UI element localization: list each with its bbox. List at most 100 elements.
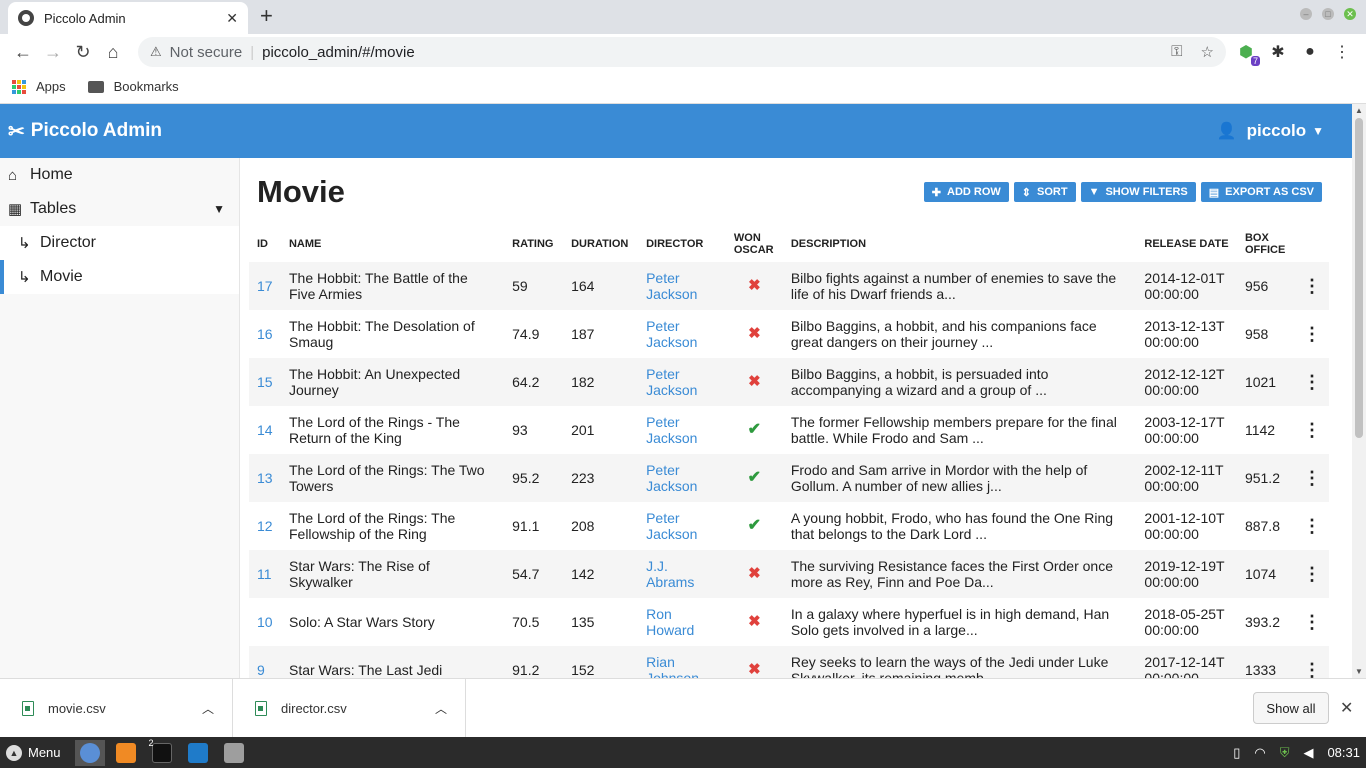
taskbar-chrome[interactable] — [74, 739, 105, 766]
sidebar-item-director[interactable]: ↳ Director — [0, 226, 239, 260]
row-menu-icon[interactable]: ⋮ — [1294, 550, 1329, 598]
row-id-link[interactable]: 17 — [249, 262, 281, 310]
home-icon[interactable]: ⌂ — [98, 42, 128, 63]
bookmark-apps[interactable]: Apps — [12, 79, 66, 94]
col-director[interactable]: DIRECTOR — [638, 226, 726, 262]
forward-icon[interactable]: → — [38, 42, 68, 63]
brand[interactable]: ✂ Piccolo Admin — [8, 119, 162, 144]
puzzle-icon[interactable]: ✱ — [1268, 42, 1288, 62]
scrollbar-thumb[interactable] — [1355, 118, 1363, 438]
table-row[interactable]: 17 The Hobbit: The Battle of the Five Arm… — [249, 262, 1329, 310]
wifi-icon[interactable]: ◠ — [1254, 745, 1265, 761]
table-row[interactable]: 15 The Hobbit: An Unexpected Journey 64.2 1… — [249, 358, 1329, 406]
close-icon[interactable]: ✕ — [1340, 698, 1353, 718]
taskbar-firefox[interactable] — [111, 740, 141, 766]
volume-icon[interactable]: ◀ — [1303, 745, 1313, 761]
row-id-link[interactable]: 12 — [249, 502, 281, 550]
taskbar-vscode[interactable] — [183, 740, 213, 766]
row-director-link[interactable]: Rian Johnson — [638, 646, 726, 678]
maximize-icon[interactable]: □ — [1322, 8, 1334, 20]
row-menu-icon[interactable]: ⋮ — [1294, 502, 1329, 550]
table-row[interactable]: 11 Star Wars: The Rise of Skywalker 54.7 14… — [249, 550, 1329, 598]
reload-icon[interactable]: ↻ — [68, 42, 98, 63]
row-description: In a galaxy where hyperfuel is in high d… — [782, 598, 1137, 646]
col-duration[interactable]: DURATION — [563, 226, 638, 262]
close-tab-icon[interactable]: ✕ — [226, 10, 238, 27]
start-menu-button[interactable]: ▲ Menu — [6, 744, 61, 761]
row-menu-icon[interactable]: ⋮ — [1294, 358, 1329, 406]
row-id-link[interactable]: 11 — [249, 550, 281, 598]
new-tab-icon[interactable]: + — [260, 5, 273, 27]
download-item[interactable]: director.csv ︿ — [233, 678, 466, 738]
page-scrollbar[interactable]: ▲ ▼ — [1352, 104, 1366, 678]
col-name[interactable]: NAME — [281, 226, 504, 262]
col-rating[interactable]: RATING — [504, 226, 563, 262]
row-id-link[interactable]: 10 — [249, 598, 281, 646]
row-menu-icon[interactable]: ⋮ — [1294, 454, 1329, 502]
row-director-link[interactable]: Ron Howard — [638, 598, 726, 646]
sidebar-item-home[interactable]: ⌂ Home — [0, 158, 239, 192]
extension-icon[interactable]: ⬢ 7 — [1236, 42, 1260, 66]
row-director-link[interactable]: Peter Jackson — [638, 406, 726, 454]
row-id-link[interactable]: 15 — [249, 358, 281, 406]
key-icon[interactable]: ⚿ — [1171, 43, 1182, 61]
sort-button[interactable]: ⇕ Sort — [1013, 182, 1076, 202]
row-id-link[interactable]: 16 — [249, 310, 281, 358]
table-row[interactable]: 16 The Hobbit: The Desolation of Smaug 74.… — [249, 310, 1329, 358]
download-item[interactable]: movie.csv ︿ — [0, 678, 233, 738]
clipboard-icon[interactable]: ▯ — [1233, 745, 1240, 761]
chevron-up-icon[interactable]: ︿ — [435, 700, 447, 717]
row-id-link[interactable]: 14 — [249, 406, 281, 454]
row-id-link[interactable]: 9 — [249, 646, 281, 678]
col-id[interactable]: ID — [249, 226, 281, 262]
table-row[interactable]: 10 Solo: A Star Wars Story 70.5 135 Ron Howa… — [249, 598, 1329, 646]
col-description[interactable]: DESCRIPTION — [783, 226, 1137, 262]
table-row[interactable]: 14 The Lord of the Rings - The Return of … — [249, 406, 1329, 454]
back-icon[interactable]: ← — [8, 42, 38, 63]
export-csv-button[interactable]: ▤ Export as CSV — [1200, 182, 1322, 202]
col-release-date[interactable]: RELEASE DATE — [1136, 226, 1237, 262]
close-window-icon[interactable]: ✕ — [1344, 8, 1356, 20]
bookmark-folder[interactable]: Bookmarks — [87, 79, 179, 94]
row-menu-icon[interactable]: ⋮ — [1294, 262, 1329, 310]
show-filters-button[interactable]: ▼ Show Filters — [1080, 182, 1196, 202]
minimize-icon[interactable]: – — [1300, 8, 1312, 20]
sidebar-item-tables[interactable]: ▦ Tables ▼ — [0, 192, 239, 226]
scroll-up-icon[interactable]: ▲ — [1355, 106, 1363, 115]
profile-icon[interactable]: ● — [1300, 42, 1320, 62]
col-box-office[interactable]: BOX OFFICE — [1237, 226, 1295, 262]
show-all-button[interactable]: Show all — [1253, 692, 1329, 724]
row-director-link[interactable]: Peter Jackson — [638, 358, 726, 406]
col-won-oscar[interactable]: WON OSCAR — [726, 226, 783, 262]
chevron-up-icon[interactable]: ︿ — [202, 700, 214, 717]
table-row[interactable]: 9 Star Wars: The Last Jedi 91.2 152 Rian Joh… — [249, 646, 1329, 678]
table-row[interactable]: 12 The Lord of the Rings: The Fellowship … — [249, 502, 1329, 550]
row-menu-icon[interactable]: ⋮ — [1294, 406, 1329, 454]
scroll-down-icon[interactable]: ▼ — [1355, 667, 1363, 676]
not-secure-label[interactable]: Not secure — [170, 44, 243, 61]
clock[interactable]: 08:31 — [1327, 745, 1360, 760]
kebab-menu-icon[interactable]: ⋮ — [1332, 42, 1352, 62]
taskbar-terminal[interactable]: 2 — [147, 738, 177, 766]
row-description: Rey seeks to learn the ways of the Jedi … — [782, 646, 1137, 678]
shield-icon[interactable]: ⛨ — [1280, 745, 1290, 761]
taskbar-files[interactable] — [219, 740, 249, 766]
url-text[interactable]: piccolo_admin/#/movie — [262, 44, 415, 61]
warning-icon[interactable]: ⚠ — [150, 44, 162, 60]
user-menu[interactable]: 👤 piccolo ▼ — [1217, 121, 1324, 141]
row-menu-icon[interactable]: ⋮ — [1294, 646, 1329, 678]
row-director-link[interactable]: Peter Jackson — [638, 502, 726, 550]
row-director-link[interactable]: J.J. Abrams — [638, 550, 726, 598]
address-bar[interactable]: ⚠ Not secure | piccolo_admin/#/movie ⚿ ☆ — [138, 37, 1226, 67]
row-menu-icon[interactable]: ⋮ — [1294, 598, 1329, 646]
row-menu-icon[interactable]: ⋮ — [1294, 310, 1329, 358]
sidebar-item-movie[interactable]: ↳ Movie — [0, 260, 239, 294]
row-director-link[interactable]: Peter Jackson — [638, 262, 726, 310]
browser-tab[interactable]: Piccolo Admin ✕ — [8, 2, 248, 34]
table-row[interactable]: 13 The Lord of the Rings: The Two Towers 9… — [249, 454, 1329, 502]
row-director-link[interactable]: Peter Jackson — [638, 310, 726, 358]
row-director-link[interactable]: Peter Jackson — [638, 454, 726, 502]
star-icon[interactable]: ☆ — [1201, 43, 1214, 61]
row-id-link[interactable]: 13 — [249, 454, 281, 502]
add-row-button[interactable]: ✚ Add Row — [923, 182, 1009, 202]
